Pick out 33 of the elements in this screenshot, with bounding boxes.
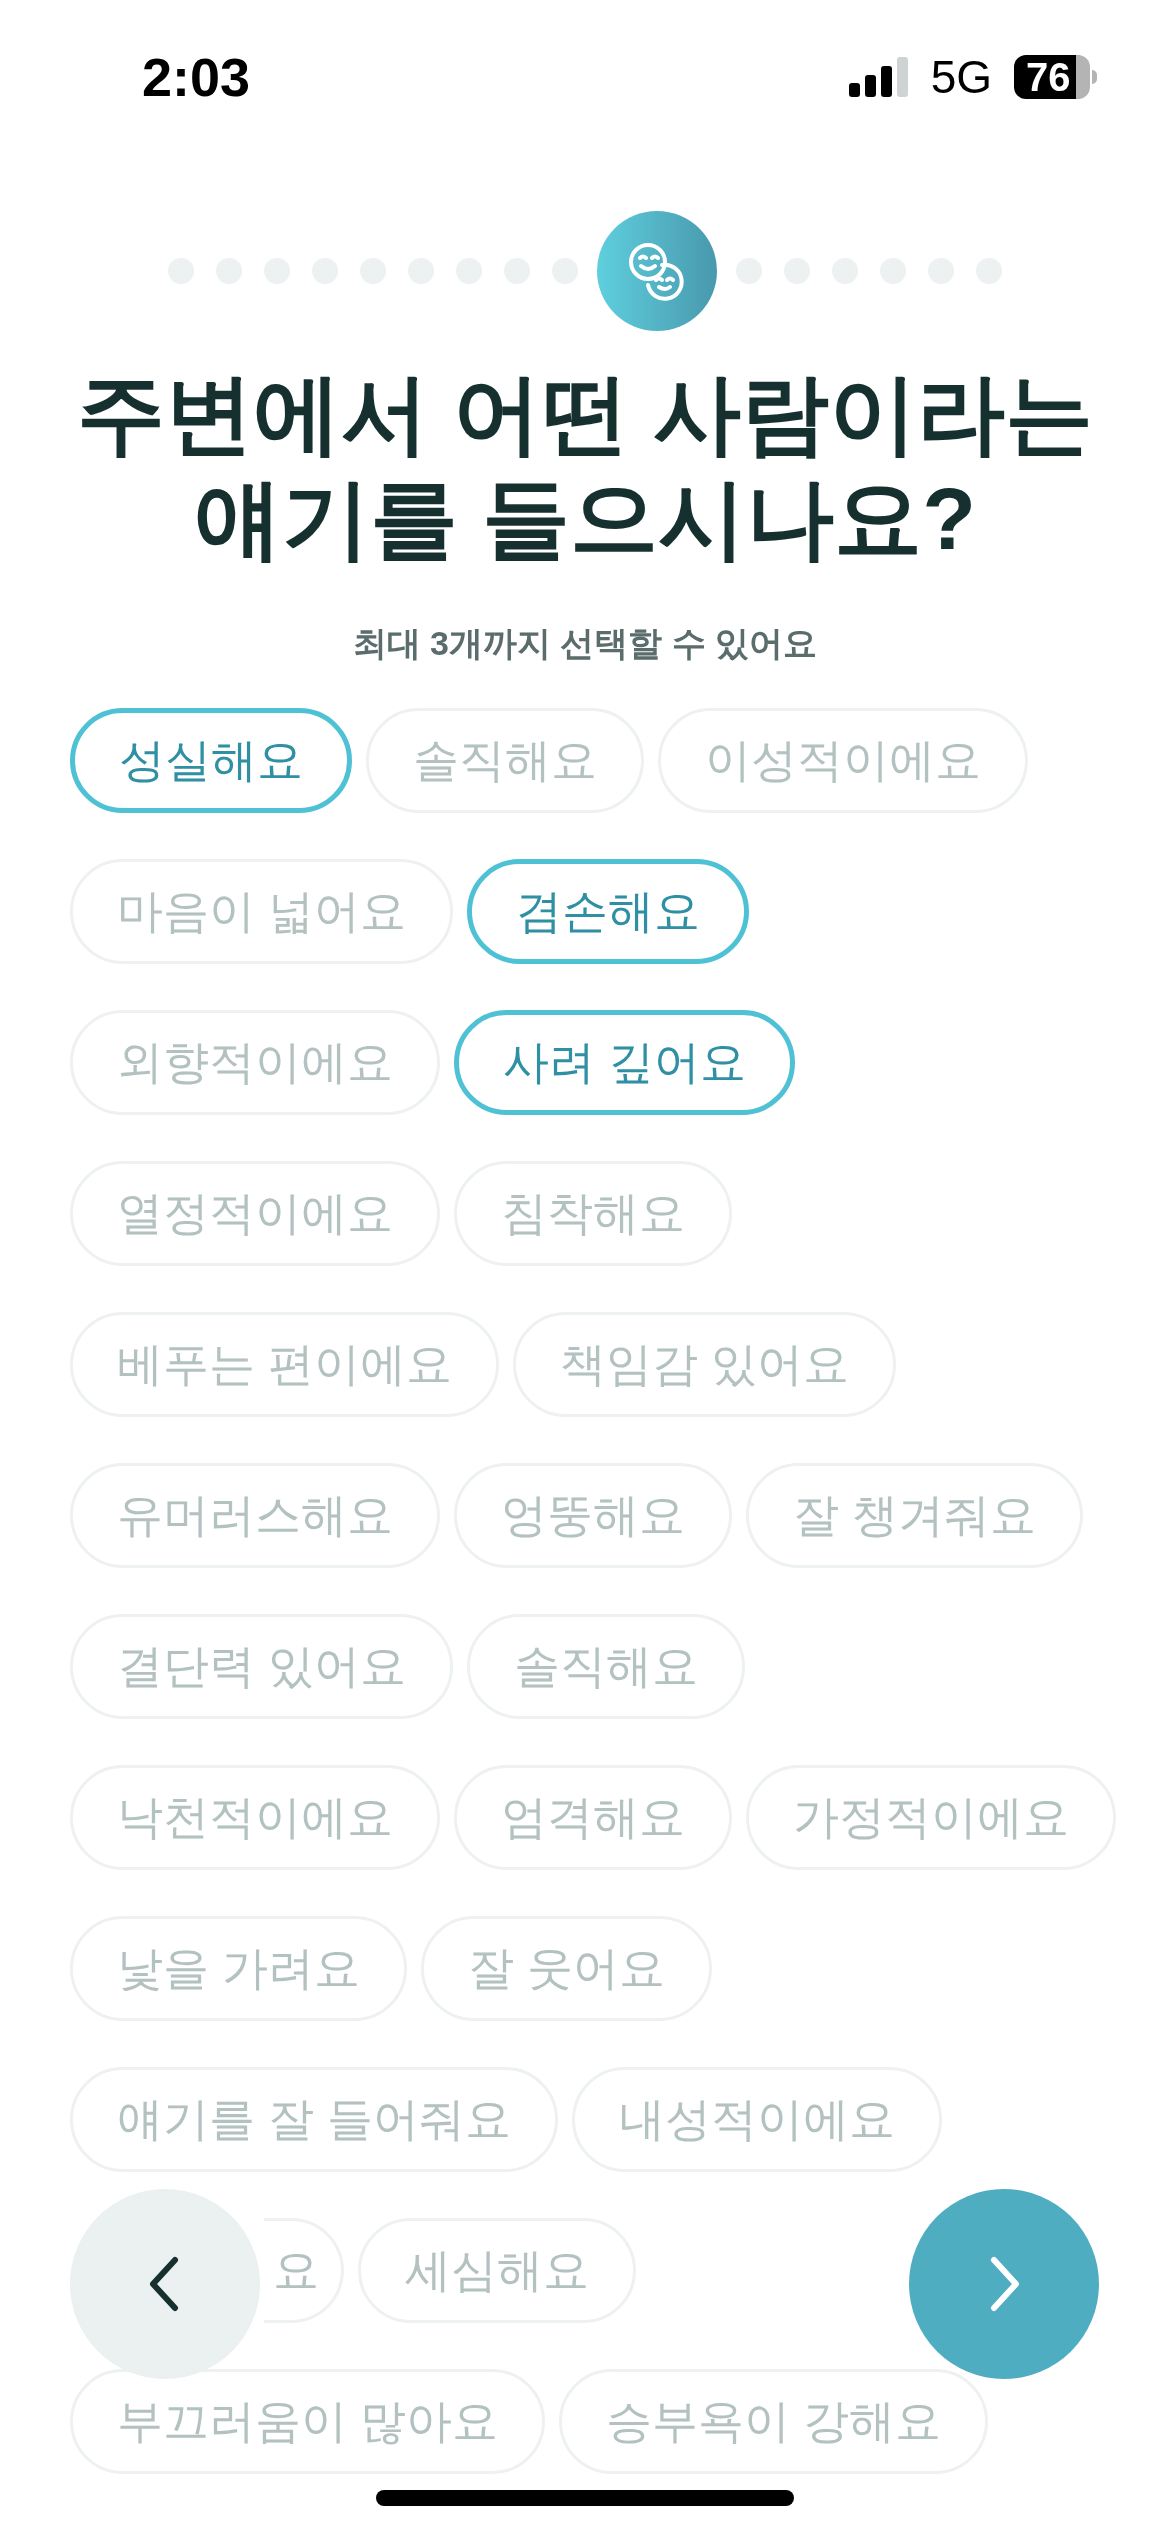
trait-chip[interactable]: 솔직해요 <box>366 708 644 813</box>
trait-chip[interactable]: 잘 챙겨줘요 <box>746 1463 1083 1568</box>
selection-hint: 최대 3개까지 선택할 수 있어요 <box>352 623 818 664</box>
trait-chip[interactable]: 요 <box>264 2218 344 2323</box>
trait-chip[interactable]: 솔직해요 <box>466 1614 745 1719</box>
trait-chip[interactable]: 결단력 있어요 <box>70 1614 453 1719</box>
trait-chip[interactable]: 승부욕이 강해요 <box>558 2369 988 2474</box>
trait-chip[interactable]: 침착해요 <box>454 1161 732 1266</box>
question-title: 주변에서 어떤 사람이라는 <box>76 363 1094 465</box>
trait-chip[interactable]: 엄격해요 <box>454 1765 732 1870</box>
trait-chip[interactable]: 내성적이에요 <box>571 2067 942 2172</box>
trait-chip[interactable]: 마음이 넓어요 <box>70 859 453 964</box>
trait-chip[interactable]: 성실해요 <box>70 708 352 813</box>
trait-chip[interactable]: 외향적이에요 <box>70 1010 440 1115</box>
network-label: 5G <box>930 49 992 105</box>
trait-chip[interactable]: 잘 웃어요 <box>420 1916 712 2021</box>
signal-icon <box>848 57 909 97</box>
trait-chip[interactable]: 겸손해요 <box>466 859 749 964</box>
trait-chip[interactable]: 열정적이에요 <box>70 1161 440 1266</box>
battery-indicator: 76 <box>1014 55 1097 99</box>
trait-chip[interactable]: 엉뚱해요 <box>454 1463 732 1568</box>
trait-chip[interactable]: 가정적이에요 <box>746 1765 1116 1870</box>
trait-chip[interactable]: 베푸는 편이에요 <box>70 1312 499 1417</box>
trait-chip[interactable]: 유머러스해요 <box>70 1463 440 1568</box>
trait-chip[interactable]: 책임감 있어요 <box>512 1312 896 1417</box>
trait-chip[interactable]: 낙천적이에요 <box>70 1765 440 1870</box>
trait-chip[interactable]: 사려 깊어요 <box>454 1010 795 1115</box>
status-time: 2:03 <box>142 45 251 109</box>
trait-chip[interactable]: 세심해요 <box>358 2218 636 2323</box>
trait-chip[interactable]: 낯을 가려요 <box>70 1916 407 2021</box>
question-title: 얘기를 들으시나요? <box>193 468 977 570</box>
trait-chip[interactable]: 얘기를 잘 들어줘요 <box>70 2067 558 2172</box>
trait-chip[interactable]: 이성적이에요 <box>658 708 1028 813</box>
